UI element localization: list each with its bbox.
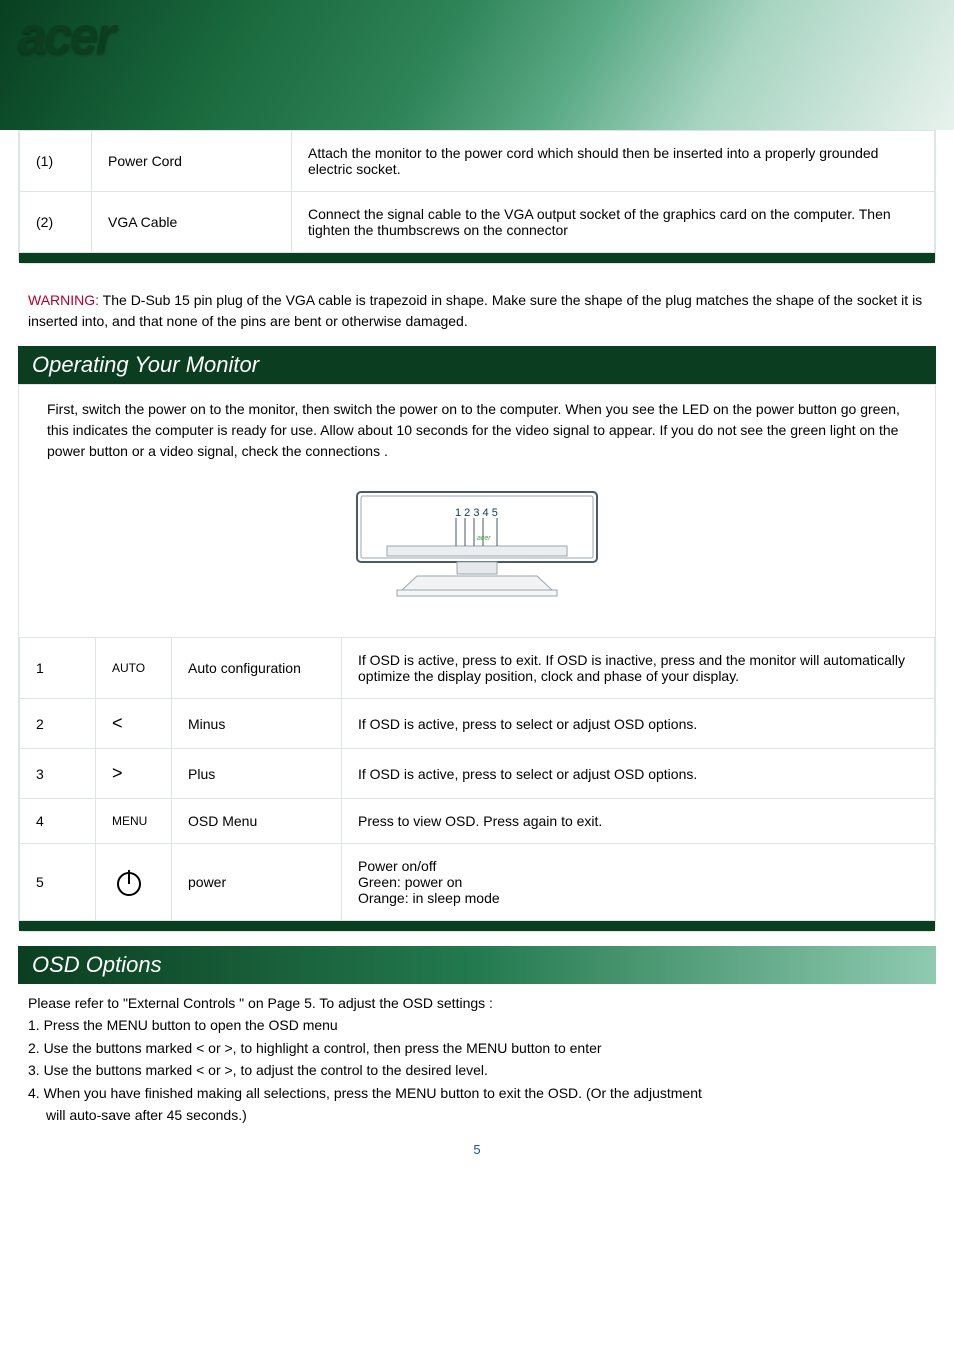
conn-item: Power Cord [92,131,292,192]
osd-step: 1. Press the MENU button to open the OSD… [28,1014,926,1036]
conn-num: (2) [20,192,92,253]
table-footer-bar [20,921,935,931]
osd-block: Please refer to "External Controls " on … [28,992,926,1126]
table-footer-bar [20,253,935,263]
btn-fn: Minus [172,699,342,749]
monitor-button-labels: 1 2 3 4 5 [455,507,498,519]
table-row: 1 AUTO Auto configuration If OSD is acti… [20,638,935,699]
monitor-icon: 1 2 3 4 5 acer [347,490,607,610]
header-banner: acer [0,0,954,130]
brand-logo: acer [18,6,113,66]
buttons-table: 1 AUTO Auto configuration If OSD is acti… [19,637,935,931]
section-osd: OSD Options [18,946,936,984]
operating-frame: First, switch the power on to the monito… [18,384,936,932]
connections-table: (1) Power Cord Attach the monitor to the… [19,130,935,263]
monitor-brand-small: acer [477,535,491,542]
conn-num: (1) [20,131,92,192]
power-icon-cell [96,844,172,921]
table-row: 3 > Plus If OSD is active, press to sele… [20,749,935,799]
btn-desc: If OSD is active, press to select or adj… [342,749,935,799]
btn-num: 3 [20,749,96,799]
operating-intro: First, switch the power on to the monito… [47,399,907,462]
btn-num: 2 [20,699,96,749]
btn-desc: Press to view OSD. Press again to exit. [342,799,935,844]
btn-sym: AUTO [96,638,172,699]
btn-num: 1 [20,638,96,699]
table-row: 5 power Power on/off Green: power on Ora… [20,844,935,921]
conn-desc: Connect the signal cable to the VGA outp… [292,192,935,253]
monitor-diagram: 1 2 3 4 5 acer [19,478,935,637]
btn-fn: Auto configuration [172,638,342,699]
btn-fn: OSD Menu [172,799,342,844]
connections-frame: (1) Power Cord Attach the monitor to the… [18,130,936,264]
osd-step-cont: will auto-save after 45 seconds.) [28,1104,926,1126]
power-icon [112,865,146,899]
table-row: (2) VGA Cable Connect the signal cable t… [20,192,935,253]
btn-sym: < [96,699,172,749]
table-row: 2 < Minus If OSD is active, press to sel… [20,699,935,749]
conn-desc: Attach the monitor to the power cord whi… [292,131,935,192]
conn-item: VGA Cable [92,192,292,253]
osd-step: 3. Use the buttons marked < or >, to adj… [28,1059,926,1081]
btn-desc: If OSD is active, press to select or adj… [342,699,935,749]
btn-fn: power [172,844,342,921]
page-number: 5 [0,1142,954,1157]
warning-text: The D-Sub 15 pin plug of the VGA cable i… [28,292,922,329]
btn-sym: > [96,749,172,799]
btn-num: 4 [20,799,96,844]
osd-step: 4. When you have finished making all sel… [28,1082,926,1104]
btn-num: 5 [20,844,96,921]
btn-sym: MENU [96,799,172,844]
section-operating: Operating Your Monitor [18,346,936,384]
osd-intro: Please refer to "External Controls " on … [28,992,926,1014]
warning-label: WARNING: [28,292,99,308]
warning-paragraph: WARNING: The D-Sub 15 pin plug of the VG… [28,290,926,332]
table-row: (1) Power Cord Attach the monitor to the… [20,131,935,192]
btn-desc: Power on/off Green: power on Orange: in … [342,844,935,921]
btn-fn: Plus [172,749,342,799]
btn-desc: If OSD is active, press to exit. If OSD … [342,638,935,699]
osd-step: 2. Use the buttons marked < or >, to hig… [28,1037,926,1059]
table-row: 4 MENU OSD Menu Press to view OSD. Press… [20,799,935,844]
